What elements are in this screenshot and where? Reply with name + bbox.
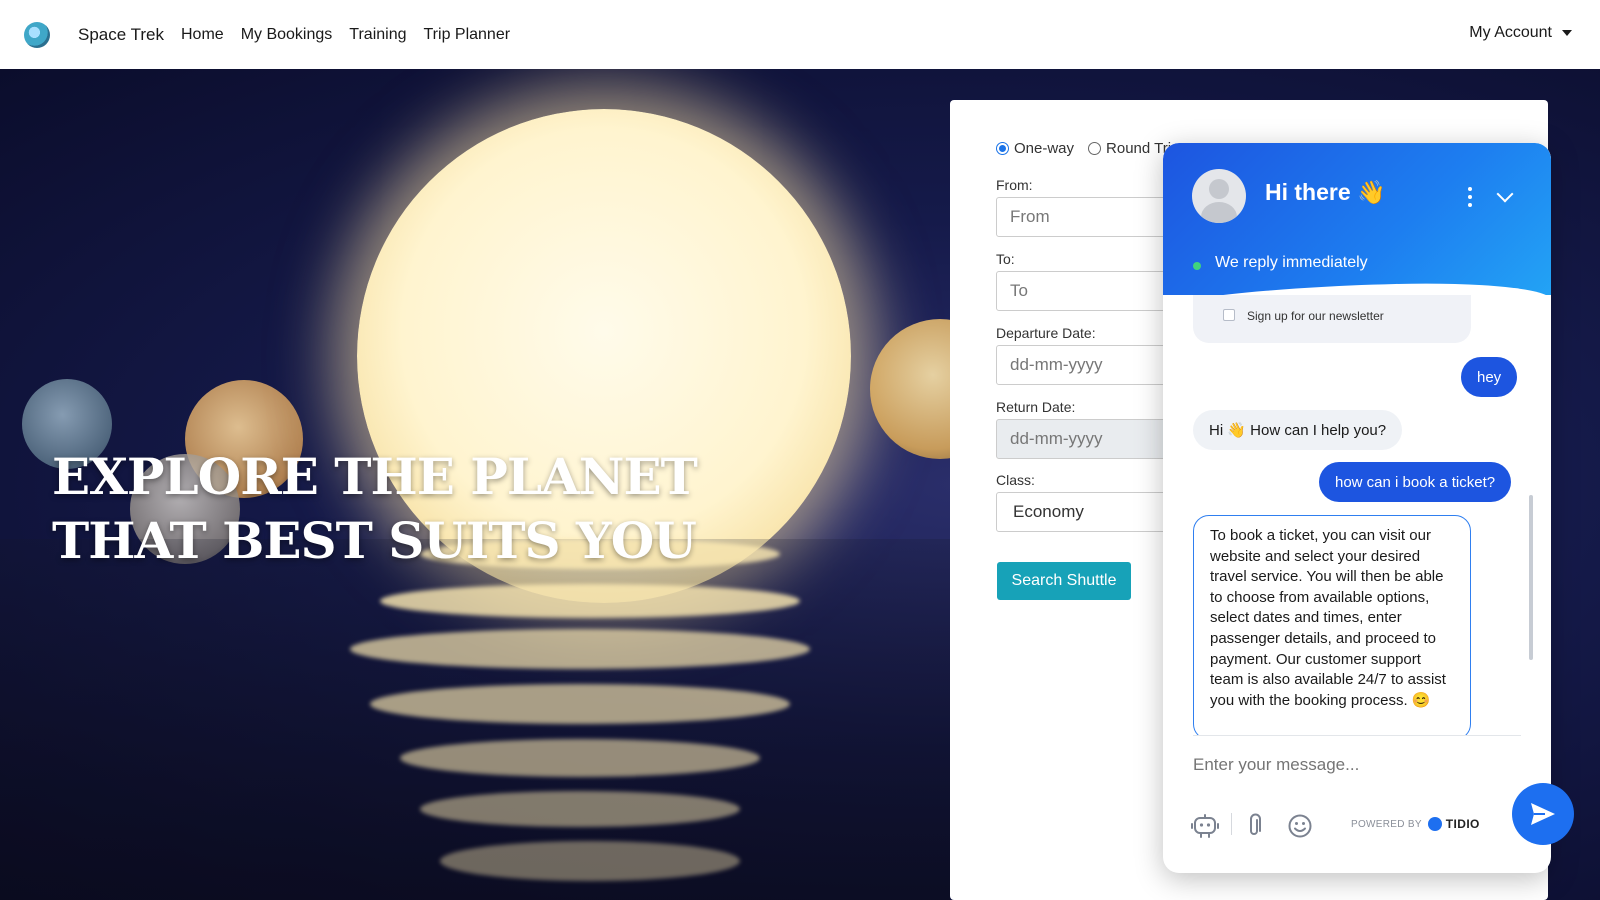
my-account-dropdown[interactable]: My Account [1469, 24, 1572, 42]
nav-brand[interactable]: Space Trek [78, 25, 164, 45]
online-status-icon [1193, 262, 1201, 270]
bot-message: Hi 👋 How can I help you? [1193, 410, 1403, 450]
hero-headline: EXPLORE THE PLANET THAT BEST SUITS YOU [52, 445, 698, 573]
agent-avatar [1192, 169, 1246, 223]
minimize-chevron-icon[interactable] [1496, 185, 1514, 203]
chat-header: Hi there 👋 We reply immediately [1163, 143, 1551, 295]
radio-selected-icon[interactable] [996, 142, 1009, 155]
to-label: To: [996, 251, 1015, 267]
moon-reflection [400, 739, 760, 777]
attachment-icon[interactable] [1245, 813, 1263, 839]
send-icon [1531, 803, 1555, 825]
nav-my-bookings[interactable]: My Bookings [241, 26, 333, 44]
departure-date-label: Departure Date: [996, 325, 1096, 341]
my-account-label: My Account [1469, 24, 1552, 41]
moon-reflection [380, 584, 800, 618]
from-label: From: [996, 177, 1033, 193]
chat-messages[interactable]: Sign up for our newsletter hey Hi 👋 How … [1163, 295, 1551, 735]
hero-headline-line2: THAT BEST SUITS YOU [52, 511, 697, 570]
bot-answer-message: To book a ticket, you can visit our webs… [1193, 515, 1471, 735]
moon-reflection [420, 791, 740, 827]
powered-by-label: POWERED BY [1351, 818, 1422, 830]
emoji-icon[interactable] [1287, 813, 1313, 839]
powered-by: POWERED BY TIDIO [1351, 817, 1480, 831]
chat-divider [1193, 735, 1521, 736]
chat-scrollbar[interactable] [1529, 495, 1533, 660]
radio-one-way[interactable]: One-way [996, 140, 1074, 157]
hero-headline-line1: EXPLORE THE PLANET [52, 447, 698, 506]
space-trek-logo-icon[interactable] [24, 21, 50, 48]
moon-reflection [440, 841, 740, 881]
tidio-label: TIDIO [1445, 817, 1480, 831]
chat-status: We reply immediately [1215, 254, 1368, 271]
chat-widget: Hi there 👋 We reply immediately Sign up … [1163, 143, 1551, 873]
top-navbar: Space Trek Home My Bookings Training Tri… [0, 0, 1600, 69]
tidio-logo[interactable]: TIDIO [1427, 817, 1480, 831]
send-message-button[interactable] [1512, 783, 1574, 845]
newsletter-label: Sign up for our newsletter [1247, 309, 1384, 323]
return-date-label: Return Date: [996, 399, 1076, 415]
moon-reflection [350, 629, 810, 669]
nav-training[interactable]: Training [349, 26, 406, 44]
search-shuttle-button[interactable]: Search Shuttle [997, 562, 1131, 600]
bot-icon[interactable] [1191, 813, 1219, 839]
chat-title: Hi there 👋 [1265, 179, 1386, 205]
newsletter-card: Sign up for our newsletter [1193, 295, 1471, 343]
user-message: hey [1461, 357, 1518, 397]
trip-type-radio-group: One-way Round Trip [996, 140, 1179, 157]
toolbar-separator [1231, 813, 1232, 835]
more-options-icon[interactable] [1467, 187, 1473, 207]
chat-message-input[interactable] [1193, 755, 1483, 775]
nav-home[interactable]: Home [181, 26, 224, 44]
nav-trip-planner[interactable]: Trip Planner [424, 26, 511, 44]
class-label: Class: [996, 472, 1035, 488]
caret-down-icon [1562, 30, 1572, 36]
tidio-logo-icon [1427, 817, 1442, 831]
newsletter-checkbox[interactable] [1223, 309, 1235, 321]
radio-one-way-label: One-way [1014, 140, 1075, 157]
user-message: how can i book a ticket? [1319, 462, 1512, 502]
moon-reflection [370, 684, 790, 724]
radio-unselected-icon[interactable] [1088, 142, 1102, 155]
